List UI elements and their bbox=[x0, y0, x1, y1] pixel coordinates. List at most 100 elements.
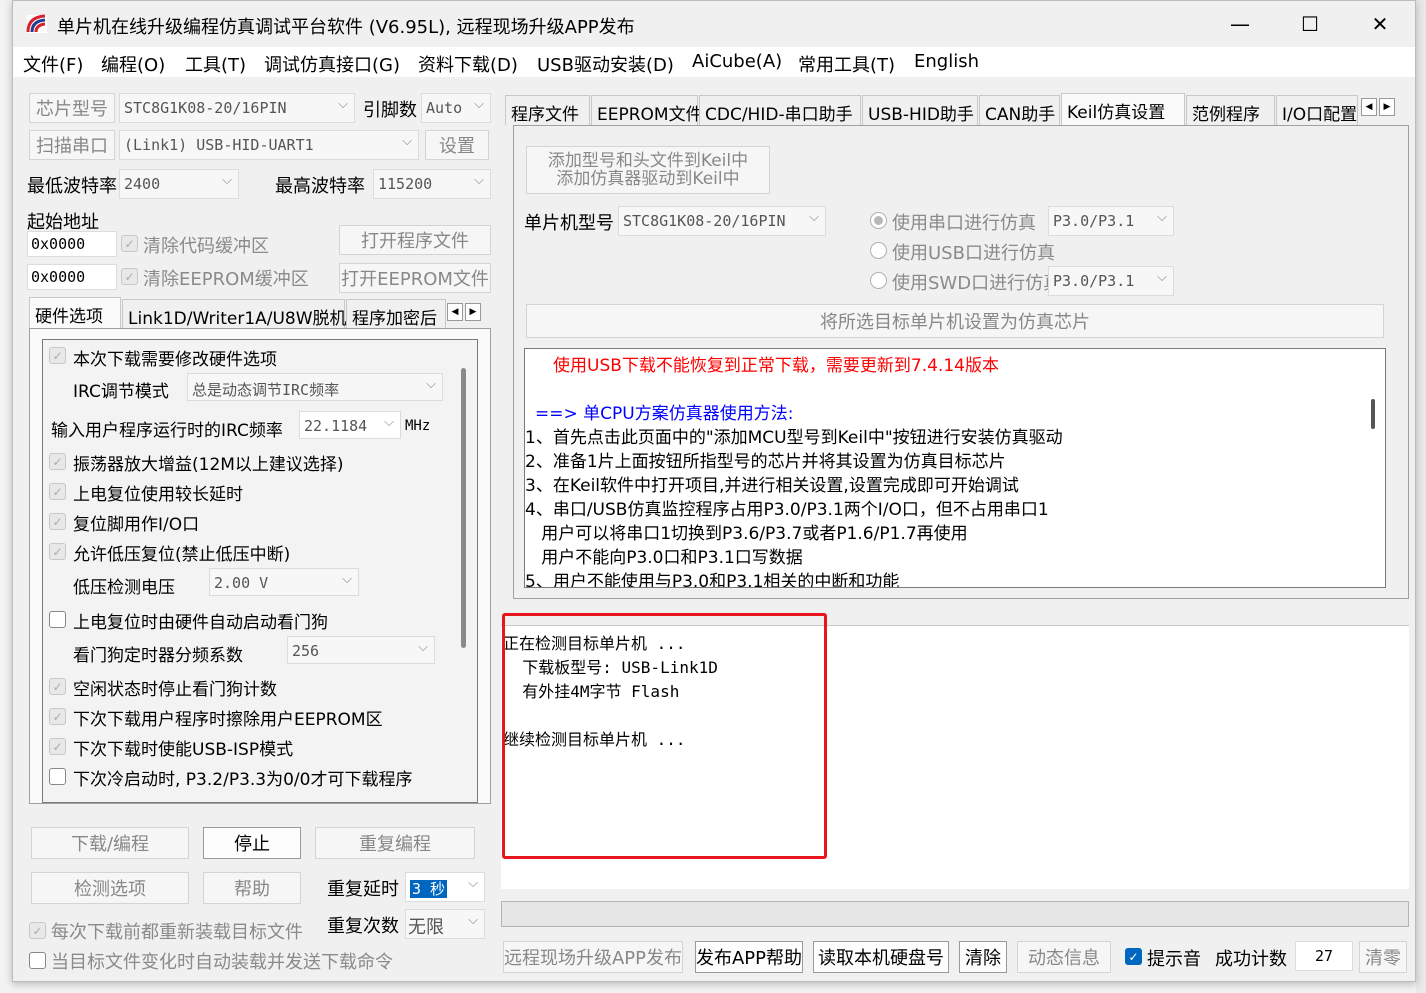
reset-io-checkbox[interactable]: ✓ bbox=[49, 513, 66, 530]
set-emulation-chip-button[interactable]: 将所选目标单片机设置为仿真芯片 bbox=[526, 304, 1384, 338]
mcu-model-select[interactable]: STC8G1K08-20/16PIN ⌵ bbox=[618, 206, 826, 236]
download-program-button[interactable]: 下载/编程 bbox=[31, 827, 189, 859]
min-baud-select[interactable]: 2400 ⌵ bbox=[119, 169, 239, 199]
max-baud-value: 115200 bbox=[378, 175, 433, 193]
irc-freq-input[interactable]: 22.1184 ⌵ bbox=[299, 411, 401, 439]
eeprom-address-input[interactable]: 0x0000 bbox=[27, 264, 117, 290]
settings-button[interactable]: 设置 bbox=[425, 130, 489, 160]
tab-can-assistant[interactable]: CAN助手 bbox=[979, 95, 1060, 125]
pin-count-select[interactable]: Auto ⌵ bbox=[421, 93, 491, 123]
tab-encryption[interactable]: 程序加密后 bbox=[346, 299, 446, 329]
wdt-idle-checkbox[interactable]: ✓ bbox=[49, 678, 66, 695]
check-options-button[interactable]: 检测选项 bbox=[31, 872, 189, 904]
radio-swd-label: 使用SWD口进行仿真 bbox=[892, 273, 1062, 294]
repeat-program-button[interactable]: 重复编程 bbox=[315, 827, 475, 859]
max-baud-select[interactable]: 115200 ⌵ bbox=[373, 169, 491, 199]
tab-offline-writer[interactable]: Link1D/Writer1A/U8W脱机 bbox=[122, 299, 347, 329]
repeat-count-select[interactable]: 无限 ⌵ bbox=[405, 909, 485, 939]
serial-pins-select[interactable]: P3.0/P3.1 ⌵ bbox=[1048, 206, 1174, 236]
scan-port-button[interactable]: 扫描串口 bbox=[29, 130, 115, 160]
open-eeprom-file-button[interactable]: 打开EEPROM文件 bbox=[339, 263, 491, 293]
menu-usb-driver[interactable]: USB驱动安装(D) bbox=[537, 51, 674, 77]
tab-program-file[interactable]: 程序文件 bbox=[505, 95, 590, 125]
wdt-auto-checkbox[interactable]: ✓ bbox=[49, 611, 66, 628]
open-program-file-button[interactable]: 打开程序文件 bbox=[339, 225, 491, 255]
publish-help-button[interactable]: 发布APP帮助 bbox=[695, 941, 803, 973]
wdt-div-select[interactable]: 256 ⌵ bbox=[287, 636, 435, 664]
menu-aicube[interactable]: AiCube(A) bbox=[692, 51, 782, 72]
menu-tools[interactable]: 工具(T) bbox=[185, 51, 246, 77]
irc-mode-select[interactable]: 总是动态调节IRC频率 ⌵ bbox=[187, 373, 443, 401]
tab-serial-assistant[interactable]: CDC/HID-串口助手 bbox=[699, 95, 861, 125]
reload-each-label: 每次下载前都重新装载目标文件 bbox=[51, 922, 303, 943]
remote-upgrade-button[interactable]: 远程现场升级APP发布 bbox=[503, 941, 683, 973]
minimize-button[interactable]: — bbox=[1205, 1, 1275, 47]
swd-pins-select[interactable]: P3.0/P3.1 ⌵ bbox=[1048, 266, 1174, 296]
repeat-count-label: 重复次数 bbox=[327, 916, 399, 937]
menu-downloads[interactable]: 资料下载(D) bbox=[418, 51, 518, 77]
menu-file[interactable]: 文件(F) bbox=[23, 51, 83, 77]
code-address-value: 0x0000 bbox=[31, 235, 86, 253]
highlight-box bbox=[502, 613, 827, 859]
help-button[interactable]: 帮助 bbox=[203, 872, 301, 904]
clear-eeprom-checkbox[interactable]: ✓ bbox=[121, 268, 138, 285]
close-button[interactable]: ✕ bbox=[1345, 1, 1415, 47]
maximize-button[interactable]: ☐ bbox=[1275, 1, 1345, 47]
tab-usb-hid-assistant[interactable]: USB-HID助手 bbox=[862, 95, 978, 125]
repeat-delay-select[interactable]: 3 秒 ⌵ bbox=[405, 872, 485, 902]
hardware-options-panel: ✓ 本次下载需要修改硬件选项 IRC调节模式 总是动态调节IRC频率 ⌵ 输入用户… bbox=[29, 328, 491, 804]
erase-eeprom-label: 下次下载用户程序时擦除用户EEPROM区 bbox=[73, 710, 383, 730]
chevron-down-icon: ⌵ bbox=[384, 415, 394, 430]
tab-scroll-left-icon[interactable]: ◀ bbox=[1361, 98, 1377, 116]
clear-code-checkbox[interactable]: ✓ bbox=[121, 235, 138, 252]
chip-model-button[interactable]: 芯片型号 bbox=[29, 93, 115, 123]
long-reset-checkbox[interactable]: ✓ bbox=[49, 483, 66, 500]
osc-gain-checkbox[interactable]: ✓ bbox=[49, 453, 66, 470]
usage-step: 用户不能向P3.0口和P3.1口写数据 bbox=[525, 548, 803, 568]
erase-eeprom-checkbox[interactable]: ✓ bbox=[49, 708, 66, 725]
code-address-input[interactable]: 0x0000 bbox=[27, 231, 117, 257]
menu-debug-interface[interactable]: 调试仿真接口(G) bbox=[264, 51, 400, 77]
window-title: 单片机在线升级编程仿真调试平台软件 (V6.95L), 远程现场升级APP发布 bbox=[57, 17, 635, 38]
stop-button[interactable]: 停止 bbox=[203, 827, 301, 859]
usb-isp-checkbox[interactable]: ✓ bbox=[49, 738, 66, 755]
reload-each-checkbox[interactable]: ✓ bbox=[29, 922, 46, 939]
usage-step: 用户可以将串口1切换到P3.6/P3.7或者P1.6/P1.7再使用 bbox=[525, 524, 968, 544]
tab-scroll-right-icon[interactable]: ▶ bbox=[465, 303, 481, 321]
chevron-down-icon: ⌵ bbox=[474, 97, 484, 112]
auto-reload-checkbox[interactable]: ✓ bbox=[29, 952, 46, 969]
usage-step: 2、准备1片上面按钮所指型号的芯片并将其设置为仿真目标芯片 bbox=[525, 452, 1006, 472]
tab-eeprom-file[interactable]: EEPROM文件 bbox=[591, 95, 703, 125]
port-select[interactable]: (Link1) USB-HID-UART1 ⌵ bbox=[119, 130, 419, 160]
sound-label: 提示音 bbox=[1147, 949, 1201, 970]
usage-scrollbar[interactable] bbox=[1371, 399, 1375, 429]
serial-pins-value: P3.0/P3.1 bbox=[1053, 212, 1135, 230]
radio-usb-emulation[interactable] bbox=[870, 242, 887, 259]
modify-hw-checkbox[interactable]: ✓ bbox=[49, 347, 66, 364]
tab-io-config[interactable]: I/O口配置 bbox=[1276, 95, 1358, 125]
radio-swd-emulation[interactable] bbox=[870, 272, 887, 289]
lvr-checkbox[interactable]: ✓ bbox=[49, 543, 66, 560]
sound-checkbox[interactable]: ✓ bbox=[1125, 948, 1142, 965]
chip-model-select[interactable]: STC8G1K08-20/16PIN ⌵ bbox=[119, 93, 355, 123]
menu-program[interactable]: 编程(O) bbox=[101, 51, 165, 77]
add-to-keil-button[interactable]: 添加型号和头文件到Keil中 添加仿真器驱动到Keil中 bbox=[526, 146, 770, 194]
tab-examples[interactable]: 范例程序 bbox=[1186, 95, 1275, 125]
menu-common-tools[interactable]: 常用工具(T) bbox=[798, 51, 895, 77]
mcu-model-value: STC8G1K08-20/16PIN bbox=[623, 212, 786, 230]
tab-scroll-right-icon[interactable]: ▶ bbox=[1379, 98, 1395, 116]
chevron-down-icon: ⌵ bbox=[418, 640, 428, 655]
clear-log-button[interactable]: 清除 bbox=[959, 941, 1007, 973]
repeat-count-value: 无限 bbox=[408, 917, 444, 938]
read-disk-button[interactable]: 读取本机硬盘号 bbox=[813, 941, 949, 973]
tab-keil-emulation[interactable]: Keil仿真设置 bbox=[1061, 93, 1185, 125]
hw-options-scrollbar[interactable] bbox=[461, 368, 466, 648]
radio-serial-emulation[interactable] bbox=[870, 212, 887, 229]
dynamic-info-button[interactable]: 动态信息 bbox=[1017, 941, 1111, 973]
p32p33-checkbox[interactable]: ✓ bbox=[49, 768, 66, 785]
menu-english[interactable]: English bbox=[914, 51, 979, 72]
tab-scroll-left-icon[interactable]: ◀ bbox=[447, 303, 463, 321]
lvd-select[interactable]: 2.00 V ⌵ bbox=[209, 568, 359, 596]
tab-hardware-options[interactable]: 硬件选项 bbox=[29, 297, 121, 329]
reset-count-button[interactable]: 清零 bbox=[1359, 941, 1407, 973]
